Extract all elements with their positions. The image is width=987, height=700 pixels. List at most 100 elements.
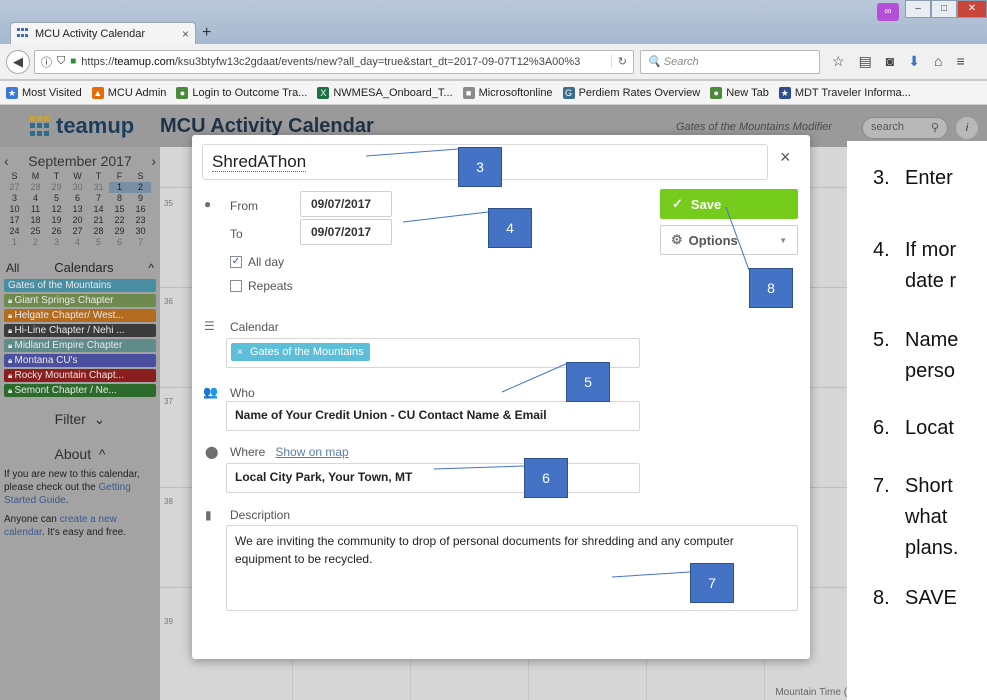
calendar-item[interactable]: 🔒︎ Montana CU's: [4, 354, 156, 367]
repeats-checkbox[interactable]: Repeats: [230, 279, 293, 293]
mini-calendar-day[interactable]: 27: [4, 182, 25, 193]
mini-calendar-day[interactable]: 1: [109, 182, 130, 193]
mini-calendar-day[interactable]: 14: [88, 204, 109, 215]
window-close-button[interactable]: ✕: [957, 0, 987, 18]
remove-chip-icon[interactable]: ×: [237, 347, 243, 358]
info-button[interactable]: i: [956, 117, 978, 139]
show-on-map-link[interactable]: Show on map: [275, 445, 348, 459]
who-input[interactable]: Name of Your Credit Union - CU Contact N…: [226, 401, 640, 431]
mini-calendar-day[interactable]: 9: [130, 193, 151, 204]
mini-calendar-day[interactable]: 16: [130, 204, 151, 215]
weekday-header: F: [116, 171, 123, 181]
extension-icon[interactable]: ∞: [877, 3, 899, 21]
mini-calendar-day[interactable]: 30: [130, 226, 151, 237]
mini-calendar-day[interactable]: 3: [4, 193, 25, 204]
calendar-item[interactable]: 🔒︎ Helgate Chapter/ West...: [4, 309, 156, 322]
mini-calendar-day[interactable]: 5: [46, 193, 67, 204]
mini-calendar-day[interactable]: 24: [4, 226, 25, 237]
bookmark-item[interactable]: ■ Microsoftonline: [462, 86, 553, 99]
mini-calendar-day[interactable]: 6: [109, 237, 130, 248]
mini-calendar-day[interactable]: 8: [109, 193, 130, 204]
to-date-input[interactable]: 09/07/2017: [300, 219, 392, 245]
calendar-item[interactable]: 🔒︎ Rocky Mountain Chapt...: [4, 369, 156, 382]
all-day-checkbox[interactable]: ✓ All day: [230, 255, 284, 269]
mini-calendar-day[interactable]: 7: [88, 193, 109, 204]
bookmark-item[interactable]: X NWMESA_Onboard_T...: [317, 86, 453, 99]
about-section[interactable]: About ^: [0, 434, 160, 468]
address-bar[interactable]: ⓘ ⛉ ■ https://teamup.com/ksu3btyfw13c2gd…: [34, 49, 634, 74]
new-tab-button[interactable]: +: [202, 24, 211, 42]
bookmarks-library-icon[interactable]: ▤: [859, 53, 872, 70]
download-icon[interactable]: ⬇: [908, 53, 920, 70]
mini-calendar-day[interactable]: 11: [25, 204, 46, 215]
navigation-bar: ◀ ⓘ ⛉ ■ https://teamup.com/ksu3btyfw13c2…: [0, 44, 987, 80]
mini-calendar-day[interactable]: 13: [67, 204, 88, 215]
next-month-icon[interactable]: ›: [151, 153, 156, 169]
teamup-logo[interactable]: teamup: [30, 113, 134, 139]
browser-search-input[interactable]: 🔍 Search: [640, 49, 820, 74]
modifier-label: Gates of the Mountains Modifier: [676, 121, 832, 133]
mini-calendar-day[interactable]: 29: [109, 226, 130, 237]
bookmark-item[interactable]: ▲ MCU Admin: [91, 86, 166, 99]
mini-calendar-day[interactable]: 4: [25, 193, 46, 204]
calendar-item[interactable]: 🔒︎ Midland Empire Chapter: [4, 339, 156, 352]
mini-calendar-day[interactable]: 29: [46, 182, 67, 193]
mini-calendar-day[interactable]: 10: [4, 204, 25, 215]
tab-close-icon[interactable]: ×: [182, 27, 189, 41]
bookmark-item[interactable]: ★ Most Visited: [6, 86, 82, 99]
filter-section[interactable]: Filter ⌄: [0, 399, 160, 434]
calendar-chip[interactable]: × Gates of the Mountains: [231, 343, 370, 361]
where-input[interactable]: Local City Park, Your Town, MT: [226, 463, 640, 493]
mini-calendar-day[interactable]: 12: [46, 204, 67, 215]
bookmark-item[interactable]: G Perdiem Rates Overview: [562, 86, 700, 99]
options-button[interactable]: ⚙ Options ▼: [660, 225, 798, 255]
browser-tab[interactable]: MCU Activity Calendar ×: [10, 22, 196, 44]
minimize-button[interactable]: –: [905, 0, 931, 18]
mini-calendar-day[interactable]: 4: [67, 237, 88, 248]
back-arrow-icon[interactable]: ◀: [6, 49, 30, 74]
all-calendars-toggle[interactable]: All: [6, 261, 19, 275]
mini-calendar-day[interactable]: 25: [25, 226, 46, 237]
info-icon[interactable]: ⓘ: [41, 54, 52, 70]
mini-calendar-day[interactable]: 23: [130, 215, 151, 226]
close-icon[interactable]: ×: [780, 147, 791, 168]
menu-icon[interactable]: ≡: [956, 53, 964, 70]
home-icon[interactable]: ⌂: [934, 53, 942, 70]
calendar-item[interactable]: 🔒︎ Giant Springs Chapter: [4, 294, 156, 307]
mini-calendar-day[interactable]: 7: [130, 237, 151, 248]
calendar-search-input[interactable]: search ⚲: [862, 117, 948, 139]
mini-calendar-day[interactable]: 28: [25, 182, 46, 193]
calendar-item[interactable]: Gates of the Mountains: [4, 279, 156, 292]
mini-calendar-day[interactable]: 17: [4, 215, 25, 226]
collapse-icon[interactable]: ^: [148, 261, 154, 275]
mini-calendar-day[interactable]: 3: [46, 237, 67, 248]
mini-calendar-day[interactable]: 27: [67, 226, 88, 237]
mini-calendar-day[interactable]: 19: [46, 215, 67, 226]
mini-calendar-day[interactable]: 2: [25, 237, 46, 248]
mini-calendar-day[interactable]: 21: [88, 215, 109, 226]
calendar-item[interactable]: 🔒︎ Semont Chapter / Ne...: [4, 384, 156, 397]
shield-icon[interactable]: ⛉: [57, 55, 65, 68]
pocket-icon[interactable]: ◙: [886, 53, 894, 70]
bookmark-item[interactable]: ● Login to Outcome Tra...: [176, 86, 307, 99]
mini-calendar-day[interactable]: 20: [67, 215, 88, 226]
from-date-input[interactable]: 09/07/2017: [300, 191, 392, 217]
mini-calendar-day[interactable]: 2: [130, 182, 151, 193]
save-button[interactable]: ✓ Save: [660, 189, 798, 219]
mini-calendar-day[interactable]: 22: [109, 215, 130, 226]
mini-calendar-day[interactable]: 28: [88, 226, 109, 237]
mini-calendar-day[interactable]: 26: [46, 226, 67, 237]
bookmark-star-icon[interactable]: ☆: [832, 53, 845, 70]
mini-calendar-day[interactable]: 30: [67, 182, 88, 193]
mini-calendar-day[interactable]: 15: [109, 204, 130, 215]
mini-calendar-day[interactable]: 31: [88, 182, 109, 193]
bookmark-item[interactable]: ★ MDT Traveler Informa...: [778, 86, 911, 99]
calendar-item[interactable]: 🔒︎ Hi-Line Chapter / Nehi ...: [4, 324, 156, 337]
mini-calendar-day[interactable]: 6: [67, 193, 88, 204]
reload-icon[interactable]: ↻: [610, 55, 627, 68]
mini-calendar-day[interactable]: 18: [25, 215, 46, 226]
maximize-button[interactable]: □: [931, 0, 957, 18]
mini-calendar-day[interactable]: 5: [88, 237, 109, 248]
bookmark-item[interactable]: ● New Tab: [710, 86, 769, 99]
mini-calendar-day[interactable]: 1: [4, 237, 25, 248]
